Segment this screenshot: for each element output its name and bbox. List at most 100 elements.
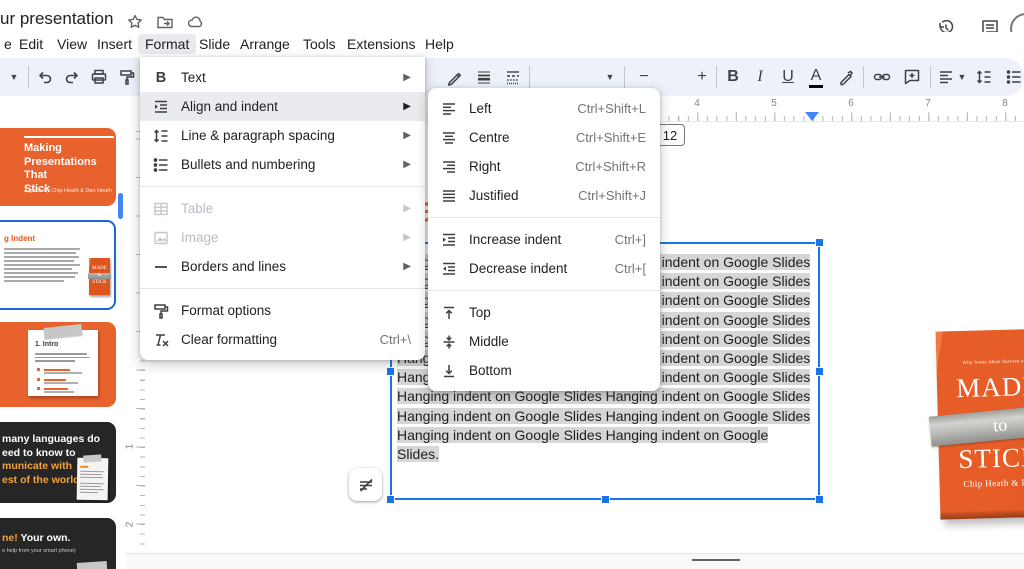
paint-format-button[interactable]	[115, 65, 139, 89]
handle-middle-left[interactable]	[387, 368, 394, 375]
increase-indent-icon	[440, 231, 458, 249]
align-top-icon	[440, 304, 458, 322]
handle-bottom-right[interactable]	[816, 496, 823, 503]
format-menu: B Text▶ Align and indent▶ Line & paragra…	[140, 57, 425, 360]
submenu-item-middle[interactable]: Middle	[428, 327, 660, 356]
bulleted-list-button[interactable]	[1002, 65, 1024, 89]
align-indent-icon	[152, 98, 170, 116]
submenu-item-right[interactable]: RightCtrl+Shift+R	[428, 152, 660, 181]
insert-link-button[interactable]	[870, 65, 894, 89]
handle-middle-right[interactable]	[816, 368, 823, 375]
slide-thumbnail-5[interactable]: ne! Your own. o help from your smart pho…	[0, 518, 116, 569]
decrease-font-size-button[interactable]: −	[632, 65, 656, 89]
borders-lines-icon	[152, 258, 170, 276]
submenu-arrow-icon: ▶	[403, 159, 411, 170]
align-indent-submenu: LeftCtrl+Shift+L CentreCtrl+Shift+E Righ…	[428, 88, 660, 391]
menu-insert[interactable]: Insert	[90, 34, 139, 54]
more-tools-caret[interactable]: ▼	[2, 65, 26, 89]
menu-item-text[interactable]: B Text▶	[140, 63, 425, 92]
clear-formatting-icon	[152, 331, 170, 349]
menu-view[interactable]: View	[50, 34, 94, 54]
slide-thumbnail-4[interactable]: many languages do eed to know to municat…	[0, 422, 116, 503]
add-comment-button[interactable]	[900, 65, 924, 89]
menu-item-borders-and-lines[interactable]: Borders and lines▶	[140, 252, 425, 281]
submenu-item-bottom[interactable]: Bottom	[428, 356, 660, 385]
menu-tools[interactable]: Tools	[296, 34, 343, 54]
menu-item-align-and-indent[interactable]: Align and indent▶	[140, 92, 425, 121]
tape-graphic	[44, 324, 83, 339]
slide-thumbnail-1[interactable]: Making Presentations That Stick A guide …	[0, 128, 116, 206]
menu-item-format-options[interactable]: Format options	[140, 296, 425, 325]
cloud-status-icon[interactable]	[186, 13, 204, 31]
menu-bar: e Edit View Insert Format Slide Arrange …	[0, 32, 1024, 57]
align-centre-icon	[440, 129, 458, 147]
submenu-item-centre[interactable]: CentreCtrl+Shift+E	[428, 123, 660, 152]
menu-item-bullets-and-numbering[interactable]: Bullets and numbering▶	[140, 150, 425, 179]
bold-button[interactable]: B	[721, 65, 745, 89]
autofit-options-button[interactable]	[349, 468, 382, 501]
filmstrip-scrollbar[interactable]	[118, 193, 123, 219]
format-options-icon	[152, 302, 170, 320]
submenu-item-justified[interactable]: JustifiedCtrl+Shift+J	[428, 181, 660, 210]
submenu-arrow-icon: ▶	[403, 101, 411, 112]
menu-slide[interactable]: Slide	[192, 34, 237, 54]
menu-help[interactable]: Help	[418, 34, 461, 54]
document-title[interactable]: ur presentation	[0, 9, 113, 29]
title-bar: ur presentation	[0, 0, 1024, 32]
submenu-arrow-icon: ▶	[403, 203, 411, 214]
menu-format[interactable]: Format	[138, 34, 196, 54]
tape-graphic: to	[929, 403, 1024, 446]
note-card-graphic	[77, 458, 109, 501]
menu-item-line-paragraph-spacing[interactable]: Line & paragraph spacing▶	[140, 121, 425, 150]
font-family-caret[interactable]: ▼	[598, 65, 622, 89]
text-color-button[interactable]: A	[804, 65, 828, 89]
autofit-icon	[357, 476, 375, 494]
notes-resize-handle[interactable]	[692, 559, 740, 561]
align-bottom-icon	[440, 362, 458, 380]
indent-marker[interactable]	[805, 112, 819, 121]
submenu-item-increase-indent[interactable]: Increase indentCtrl+]	[428, 225, 660, 254]
underline-button[interactable]: U	[776, 65, 800, 89]
menu-extensions[interactable]: Extensions	[340, 34, 422, 54]
menu-item-clear-formatting[interactable]: Clear formattingCtrl+\	[140, 325, 425, 354]
menu-arrange[interactable]: Arrange	[233, 34, 297, 54]
align-caret[interactable]: ▼	[955, 65, 969, 89]
bold-text-icon: B	[152, 69, 170, 87]
submenu-item-left[interactable]: LeftCtrl+Shift+L	[428, 94, 660, 123]
submenu-item-top[interactable]: Top	[428, 298, 660, 327]
menu-edit[interactable]: Edit	[12, 34, 50, 54]
align-right-icon	[440, 158, 458, 176]
handle-bottom-left[interactable]	[387, 496, 394, 503]
handle-top-right[interactable]	[816, 239, 823, 246]
submenu-arrow-icon: ▶	[403, 261, 411, 272]
print-button[interactable]	[87, 65, 111, 89]
highlight-color-button[interactable]	[834, 65, 858, 89]
slide-thumbnail-2-selected[interactable]: g Indent MADE to STICK	[0, 220, 116, 310]
star-icon[interactable]	[126, 13, 144, 31]
border-dash-button[interactable]	[501, 65, 525, 89]
submenu-item-decrease-indent[interactable]: Decrease indentCtrl+[	[428, 254, 660, 283]
border-weight-button[interactable]	[472, 65, 496, 89]
decrease-indent-icon	[440, 260, 458, 278]
table-icon	[152, 200, 170, 218]
increase-font-size-button[interactable]: +	[690, 65, 714, 89]
submenu-arrow-icon: ▶	[403, 130, 411, 141]
align-middle-icon	[440, 333, 458, 351]
image-icon	[152, 229, 170, 247]
mini-book-image: MADE to STICK	[89, 258, 110, 295]
align-left-icon	[440, 100, 458, 118]
move-folder-icon[interactable]	[156, 13, 174, 31]
line-spacing-button[interactable]	[972, 65, 996, 89]
italic-button[interactable]: I	[748, 65, 772, 89]
tape-graphic	[77, 561, 108, 569]
pen-color-button[interactable]	[443, 65, 467, 89]
made-to-stick-book-image[interactable]: Why Some Ideas Survive and Ot MADE to ST…	[936, 328, 1024, 519]
handle-bottom-middle[interactable]	[602, 496, 609, 503]
menu-item-image[interactable]: Image▶	[140, 223, 425, 252]
undo-button[interactable]	[33, 65, 57, 89]
redo-button[interactable]	[60, 65, 84, 89]
slide-thumbnail-3[interactable]: 1. Intro	[0, 322, 116, 407]
line-spacing-icon	[152, 127, 170, 145]
menu-item-table[interactable]: Table▶	[140, 194, 425, 223]
speaker-notes-divider	[126, 553, 1024, 569]
